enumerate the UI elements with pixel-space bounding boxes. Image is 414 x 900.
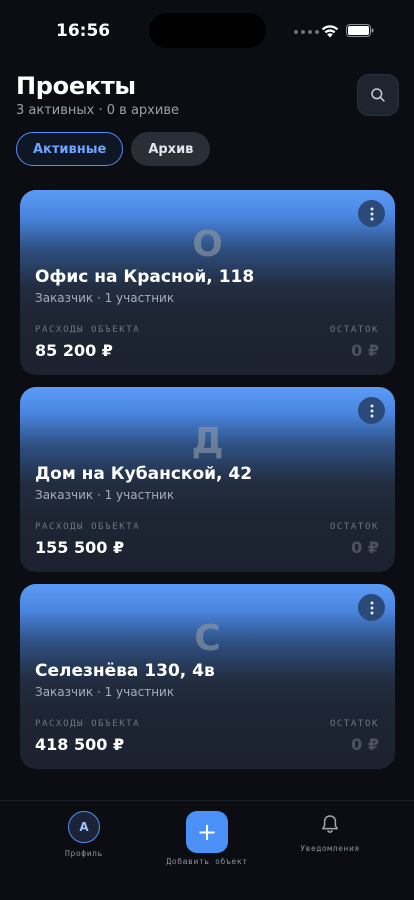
tab-active[interactable]: Активные <box>16 132 124 166</box>
project-initial: С <box>194 618 221 659</box>
expense-value: 155 500 ₽ <box>35 538 125 557</box>
battery-icon <box>346 24 374 37</box>
page-subtitle: 3 активных · 0 в архиве <box>16 103 179 118</box>
signal-dots-icon <box>294 30 319 34</box>
avatar[interactable]: А <box>68 811 100 843</box>
wifi-icon <box>321 25 339 38</box>
expense-label: РАСХОДЫ ОБЪЕКТА <box>35 522 141 532</box>
project-initial: О <box>192 224 223 265</box>
search-icon <box>371 88 385 102</box>
expense-value: 418 500 ₽ <box>35 735 125 754</box>
project-meta: Заказчик · 1 участник <box>35 488 175 502</box>
page-title: Проекты <box>16 72 136 100</box>
status-bar: 16:56 <box>0 0 414 60</box>
expense-value: 85 200 ₽ <box>35 341 113 360</box>
projects-screen: 16:56 Проекты 3 активных · 0 в архиве Ак… <box>0 0 414 900</box>
nav-add-project[interactable]: + Добавить объект <box>160 811 254 866</box>
more-vertical-icon <box>370 207 373 220</box>
project-title: Селезнёва 130, 4в <box>35 661 215 681</box>
balance-label: ОСТАТОК <box>329 325 379 335</box>
status-time: 16:56 <box>56 21 111 41</box>
card-menu-button[interactable] <box>358 200 385 227</box>
project-card[interactable]: Д Дом на Кубанской, 42 Заказчик · 1 учас… <box>20 387 395 572</box>
balance-value: 0 ₽ <box>351 538 379 557</box>
nav-notifications-label: Уведомления <box>300 844 360 853</box>
expense-label: РАСХОДЫ ОБЪЕКТА <box>35 325 141 335</box>
add-project-button[interactable]: + <box>186 811 228 853</box>
bell-icon <box>322 815 338 833</box>
expense-label: РАСХОДЫ ОБЪЕКТА <box>35 719 141 729</box>
more-vertical-icon <box>370 601 373 614</box>
search-button[interactable] <box>357 74 399 116</box>
nav-profile-label: Профиль <box>65 849 103 858</box>
dynamic-island <box>149 13 266 48</box>
project-initial: Д <box>191 421 224 462</box>
filter-tabs: Активные Архив <box>16 132 211 166</box>
card-menu-button[interactable] <box>358 594 385 621</box>
project-card[interactable]: О Офис на Красной, 118 Заказчик · 1 учас… <box>20 190 395 375</box>
card-menu-button[interactable] <box>358 397 385 424</box>
balance-value: 0 ₽ <box>351 735 379 754</box>
nav-notifications[interactable]: Уведомления <box>292 813 368 853</box>
plus-icon: + <box>196 818 218 846</box>
nav-profile[interactable]: А Профиль <box>54 811 114 858</box>
bottom-nav: А Профиль + Добавить объект Уведомления <box>0 800 414 900</box>
project-title: Дом на Кубанской, 42 <box>35 464 253 484</box>
nav-add-label: Добавить объект <box>166 857 248 866</box>
project-meta: Заказчик · 1 участник <box>35 685 175 699</box>
more-vertical-icon <box>370 404 373 417</box>
project-title: Офис на Красной, 118 <box>35 267 255 287</box>
balance-label: ОСТАТОК <box>329 719 379 729</box>
tab-archive[interactable]: Архив <box>131 132 211 166</box>
project-meta: Заказчик · 1 участник <box>35 291 175 305</box>
balance-label: ОСТАТОК <box>329 522 379 532</box>
balance-value: 0 ₽ <box>351 341 379 360</box>
project-card[interactable]: С Селезнёва 130, 4в Заказчик · 1 участни… <box>20 584 395 769</box>
